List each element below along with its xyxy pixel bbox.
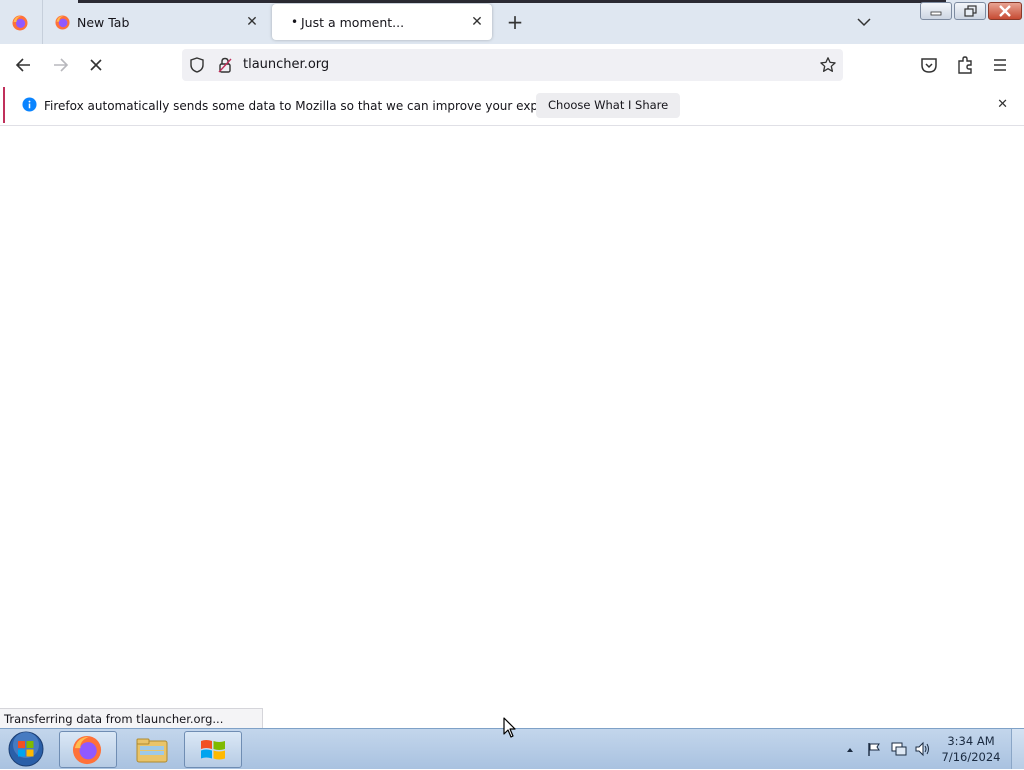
network-icon[interactable] xyxy=(890,741,908,760)
tab-just-a-moment[interactable]: • Just a moment... ✕ xyxy=(272,4,492,40)
list-all-tabs-chevron-icon[interactable] xyxy=(854,12,874,32)
forward-button[interactable] xyxy=(47,53,73,77)
minimize-button[interactable] xyxy=(920,2,952,20)
windows-logo-icon xyxy=(198,736,228,767)
notification-message: Firefox automatically sends some data to… xyxy=(44,99,587,113)
tab-close-icon[interactable]: ✕ xyxy=(243,13,261,31)
page-content[interactable] xyxy=(0,126,1024,728)
firefox-taskbar-icon xyxy=(72,735,102,768)
app-menu-button[interactable] xyxy=(988,53,1014,77)
extensions-button[interactable] xyxy=(953,53,979,77)
tab-close-icon[interactable]: ✕ xyxy=(468,13,486,31)
tab-strip: New Tab ✕ • Just a moment... ✕ + xyxy=(0,0,1024,44)
address-bar[interactable]: tlauncher.org xyxy=(182,49,843,81)
show-hidden-icons-arrow-icon[interactable] xyxy=(845,744,855,758)
tab-title: Just a moment... xyxy=(301,15,405,30)
back-button[interactable] xyxy=(11,53,37,77)
navigation-toolbar: tlauncher.org xyxy=(0,44,1024,86)
url-text[interactable]: tlauncher.org xyxy=(243,57,329,72)
data-reporting-notification: Firefox automatically sends some data to… xyxy=(3,87,1022,123)
clock-date: 7/16/2024 xyxy=(941,750,1001,764)
tracking-protection-shield-icon[interactable] xyxy=(188,56,206,77)
window-top-border xyxy=(78,0,946,3)
tab-title: New Tab xyxy=(77,15,130,30)
new-tab-button[interactable]: + xyxy=(504,11,526,33)
tab-loading-indicator: • xyxy=(291,15,299,29)
taskbar-windows-app[interactable] xyxy=(184,731,242,768)
action-center-flag-icon[interactable] xyxy=(866,741,882,760)
tab-new-tab[interactable]: New Tab ✕ xyxy=(45,4,267,40)
pocket-icon xyxy=(917,58,941,80)
notification-close-icon[interactable]: ✕ xyxy=(997,97,1008,112)
system-tray: 3:34 AM 7/16/2024 xyxy=(840,729,1024,769)
puzzle-piece-icon xyxy=(953,56,977,80)
pocket-button[interactable] xyxy=(917,53,943,77)
hamburger-menu-icon xyxy=(988,59,1012,80)
firefox-favicon-icon xyxy=(55,15,70,33)
firefox-view-button[interactable] xyxy=(0,0,43,44)
restore-button[interactable] xyxy=(954,2,986,20)
status-text: Transferring data from tlauncher.org... xyxy=(4,712,224,726)
bookmark-star-icon[interactable] xyxy=(819,56,837,77)
folder-icon xyxy=(136,737,168,766)
stop-loading-button[interactable] xyxy=(83,53,109,77)
clock-time: 3:34 AM xyxy=(947,734,995,748)
taskbar-clock[interactable]: 3:34 AM 7/16/2024 xyxy=(940,733,1002,765)
mouse-cursor-icon xyxy=(503,717,517,742)
volume-icon[interactable] xyxy=(914,741,932,760)
connection-lock-icon[interactable] xyxy=(216,56,234,77)
status-panel: Transferring data from tlauncher.org... xyxy=(0,708,263,729)
info-icon xyxy=(22,97,37,115)
start-button[interactable] xyxy=(6,731,46,767)
close-window-button[interactable] xyxy=(988,2,1022,20)
taskbar-firefox[interactable] xyxy=(59,731,117,768)
firefox-logo-icon xyxy=(12,15,28,34)
window-controls xyxy=(920,2,1022,20)
show-desktop-button[interactable] xyxy=(1011,729,1024,769)
taskbar-file-explorer[interactable] xyxy=(123,731,181,768)
choose-what-i-share-button[interactable]: Choose What I Share xyxy=(536,93,681,118)
